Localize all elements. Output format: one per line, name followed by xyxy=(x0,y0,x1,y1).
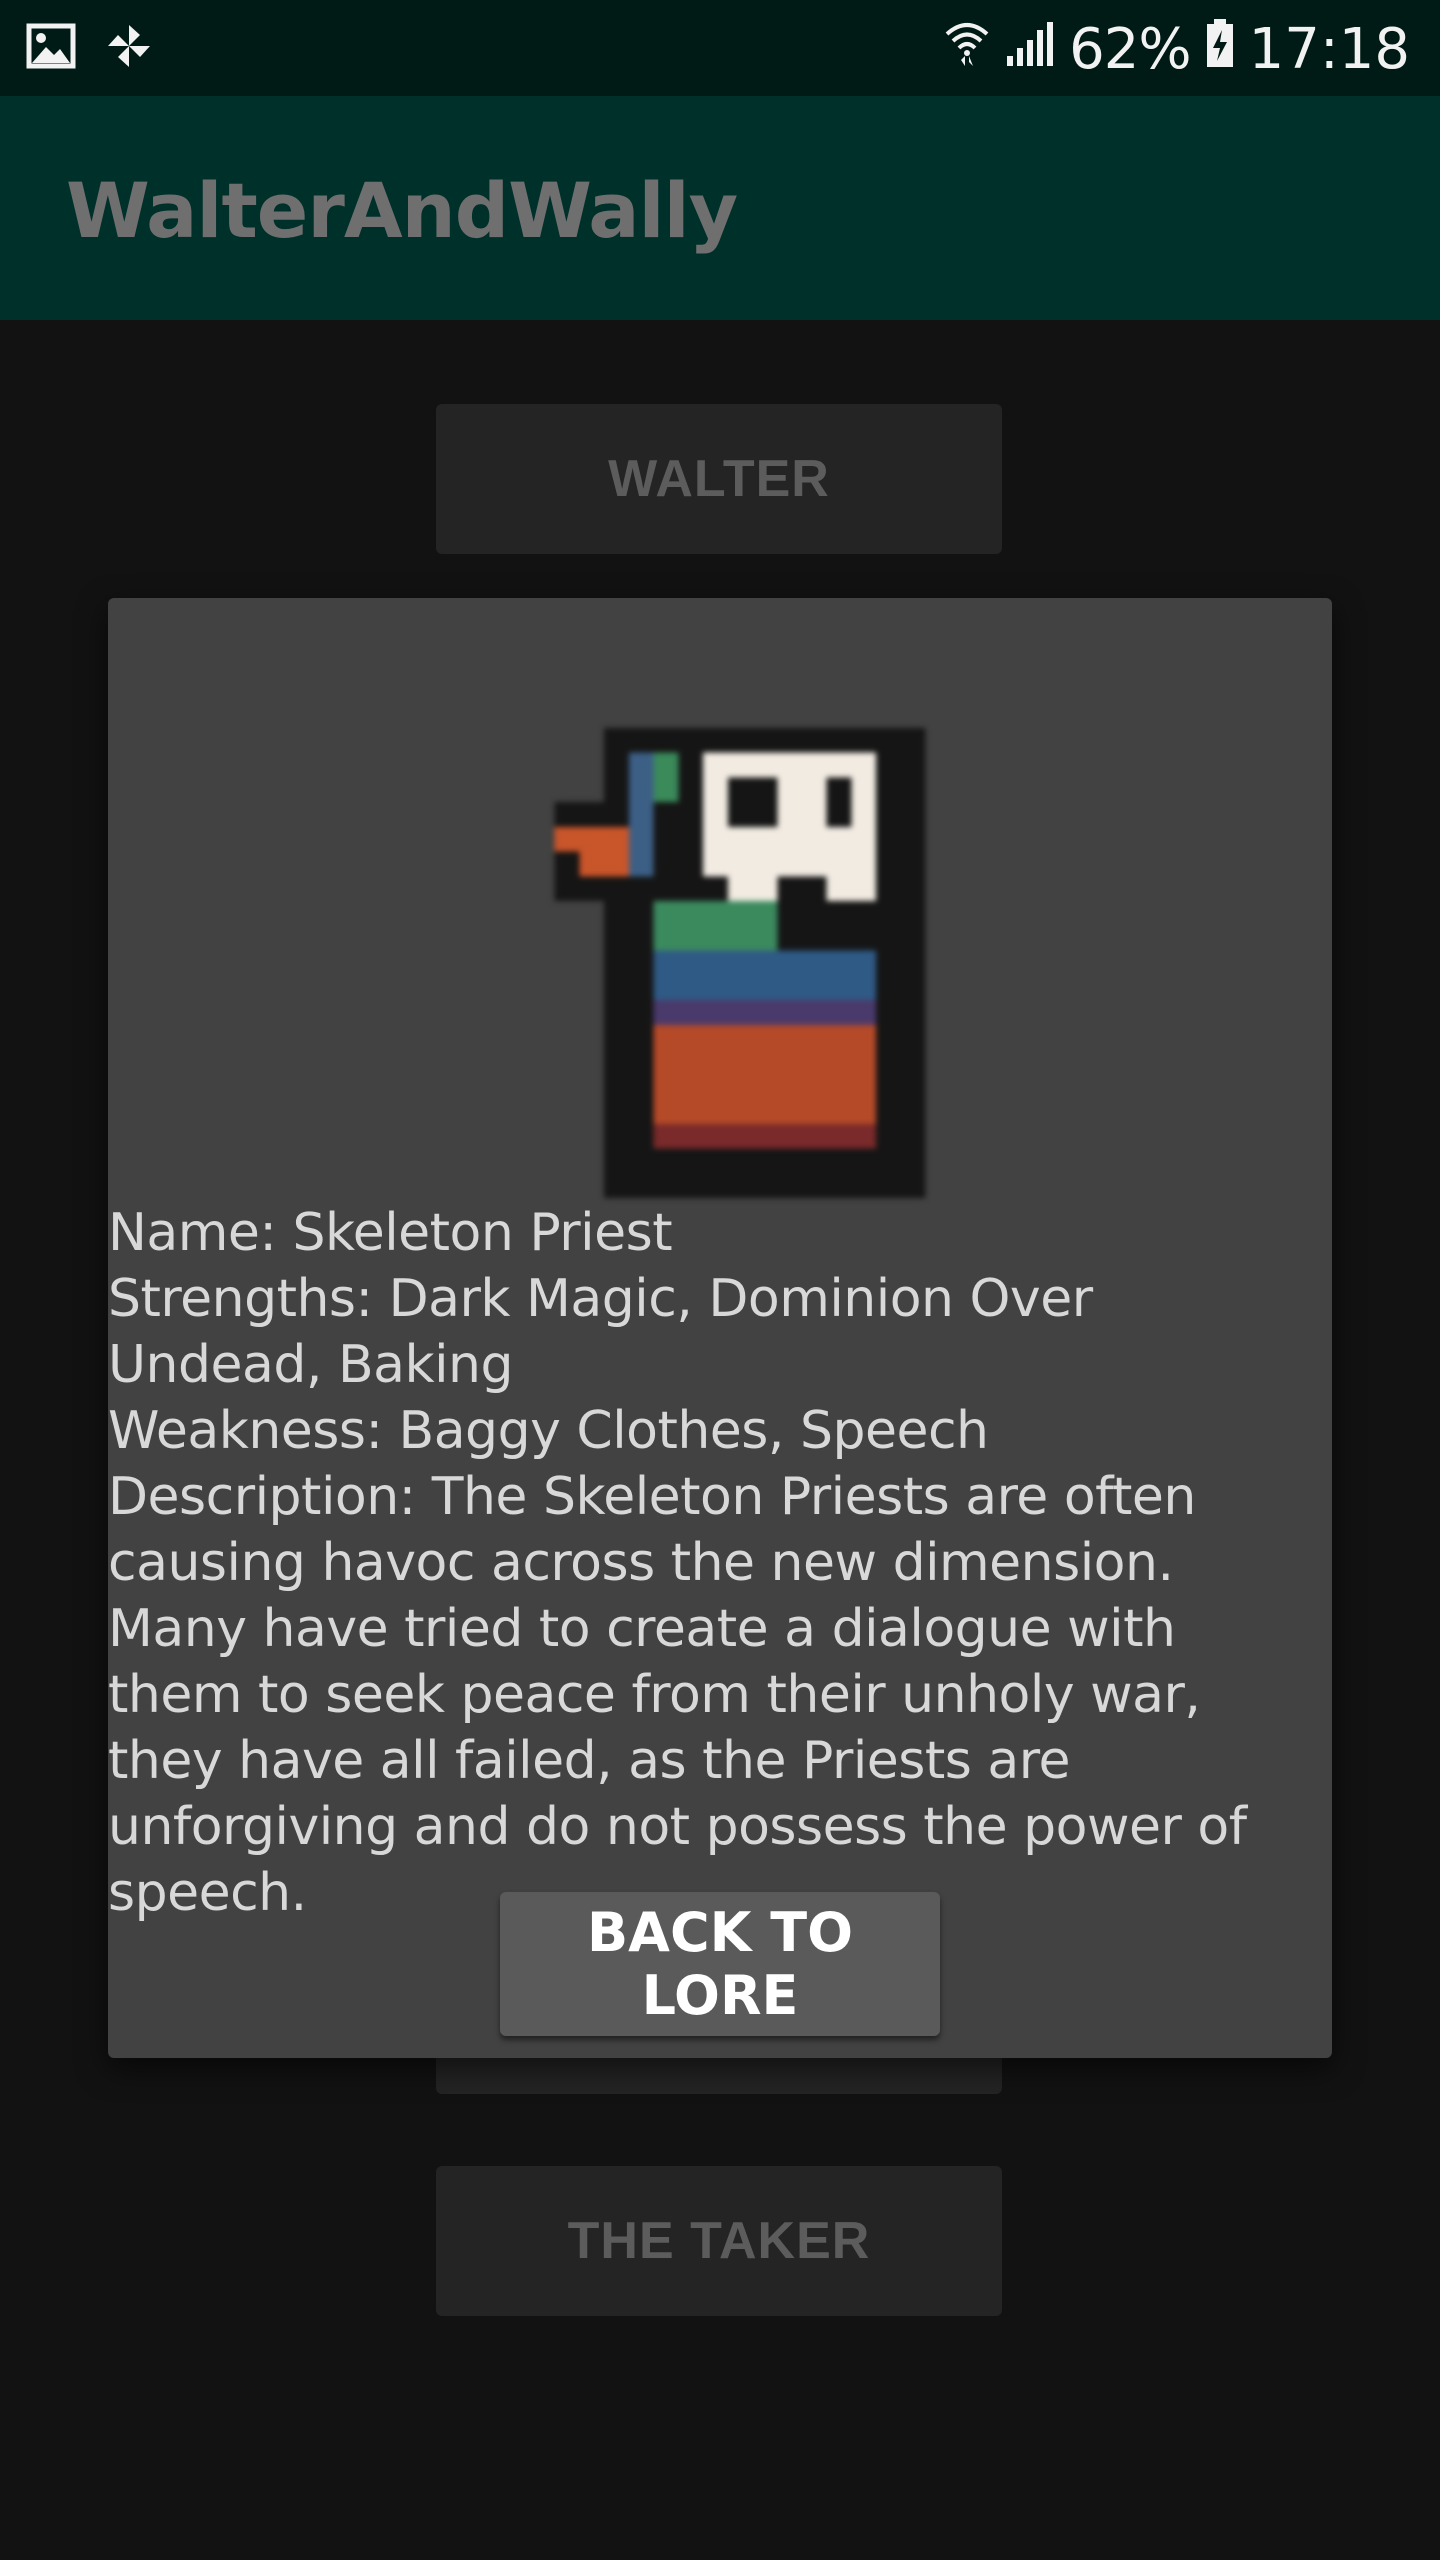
lore-weakness: Weakness: Baggy Clothes, Speech xyxy=(108,1401,989,1461)
app-title: WalterAndWally xyxy=(66,166,738,255)
signal-icon xyxy=(1003,17,1055,82)
status-bar: 62% 17:18 xyxy=(0,0,1440,96)
battery-percentage: 62% xyxy=(1069,16,1191,82)
battery-icon xyxy=(1205,17,1235,82)
app-bar: WalterAndWally xyxy=(0,96,1440,320)
status-time: 17:18 xyxy=(1248,16,1410,82)
back-to-lore-button[interactable]: BACK TO LORE xyxy=(500,1892,940,2036)
pinwheel-icon xyxy=(104,21,154,76)
skeleton-priest-sprite xyxy=(552,728,1052,1198)
lore-strengths: Strengths: Dark Magic, Dominion Over Und… xyxy=(108,1269,1093,1395)
gallery-icon xyxy=(26,23,76,74)
lore-description: Name: Skeleton Priest Strengths: Dark Ma… xyxy=(108,1200,1318,1926)
wifi-icon xyxy=(945,17,989,82)
lore-description-text: Description: The Skeleton Priests are of… xyxy=(108,1467,1247,1923)
lore-dialog: Name: Skeleton Priest Strengths: Dark Ma… xyxy=(108,598,1332,2058)
the-taker-button[interactable]: THE TAKER xyxy=(436,2166,1002,2316)
walter-button[interactable]: WALTER xyxy=(436,404,1002,554)
lore-name: Name: Skeleton Priest xyxy=(108,1203,673,1263)
